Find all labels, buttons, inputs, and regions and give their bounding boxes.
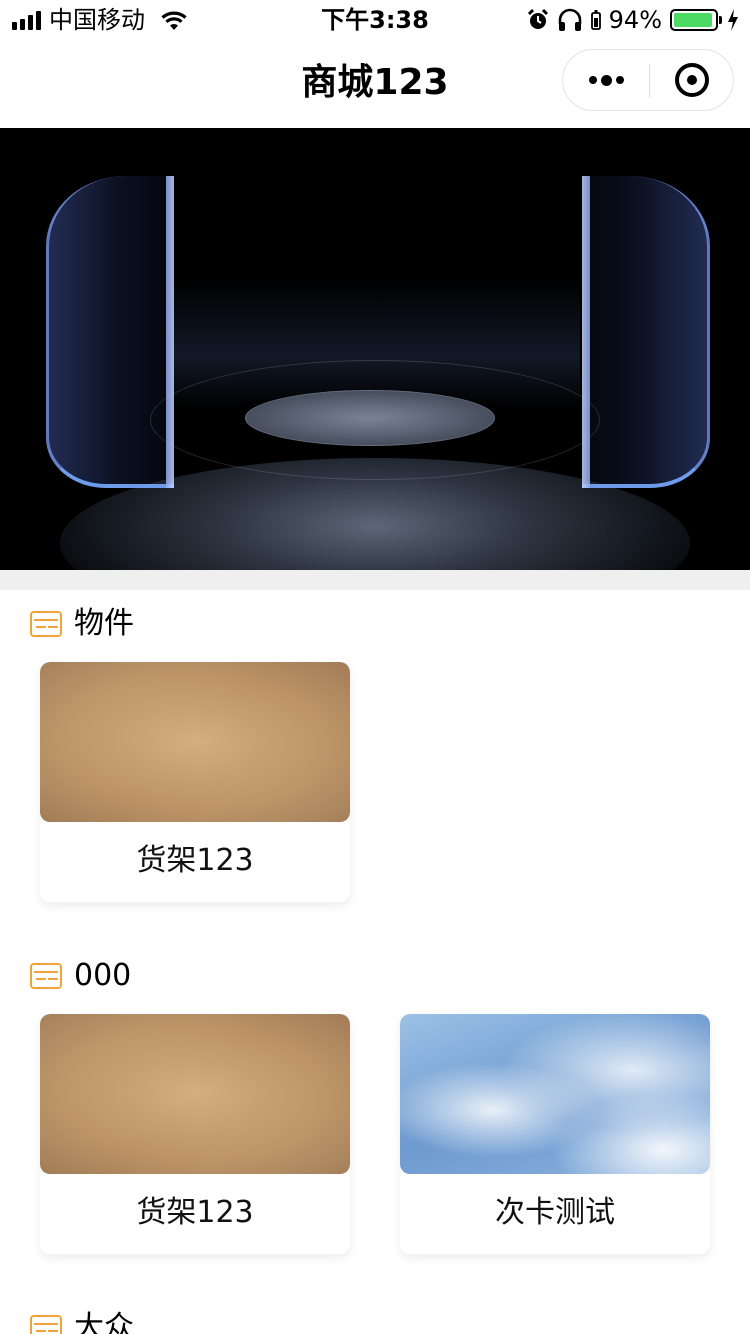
section-title: 大众	[74, 1310, 134, 1334]
banner-glass-left-edge	[166, 176, 174, 488]
card-icon	[30, 611, 62, 637]
banner-stage-center	[245, 390, 495, 446]
product-name: 货架123	[136, 1195, 254, 1230]
section-header: 000	[30, 958, 131, 994]
section-separator	[0, 570, 750, 590]
banner-glass-left	[46, 176, 174, 488]
miniprogram-capsule	[562, 49, 734, 111]
card-icon	[30, 1315, 62, 1334]
product-image	[40, 1014, 350, 1174]
close-miniprogram-icon	[675, 63, 709, 97]
banner-image[interactable]	[0, 128, 750, 570]
navigation-bar: 商城123	[0, 40, 750, 128]
status-right: 94%	[527, 6, 740, 34]
product-name: 次卡测试	[495, 1195, 615, 1230]
product-card[interactable]: 货架123	[40, 1014, 350, 1254]
more-icon-dot	[615, 76, 624, 84]
banner-glass-right-edge	[582, 176, 590, 488]
section-header: 大众	[30, 1310, 134, 1334]
card-icon	[30, 963, 62, 989]
more-icon	[588, 76, 597, 84]
product-image	[40, 662, 350, 822]
status-bar: 中国移动 下午3:38 94%	[0, 0, 750, 40]
more-button[interactable]	[563, 50, 649, 110]
alarm-icon	[527, 8, 548, 29]
charging-icon	[728, 9, 738, 31]
section-title: 000	[74, 958, 132, 993]
product-name: 货架123	[136, 843, 254, 878]
product-image	[400, 1014, 710, 1174]
banner-glass-right	[582, 176, 710, 488]
more-icon-dot	[600, 74, 612, 86]
section-title: 物件	[74, 606, 134, 641]
battery-icon	[670, 9, 722, 31]
headphones-icon	[558, 8, 581, 31]
battery-fill	[674, 13, 712, 27]
section-header: 物件	[30, 606, 134, 642]
battery-percent: 94%	[608, 6, 662, 34]
product-card[interactable]: 货架123	[40, 662, 350, 902]
battery-small-icon	[590, 10, 601, 30]
close-miniprogram-button[interactable]	[650, 50, 734, 110]
product-card[interactable]: 次卡测试	[400, 1014, 710, 1254]
